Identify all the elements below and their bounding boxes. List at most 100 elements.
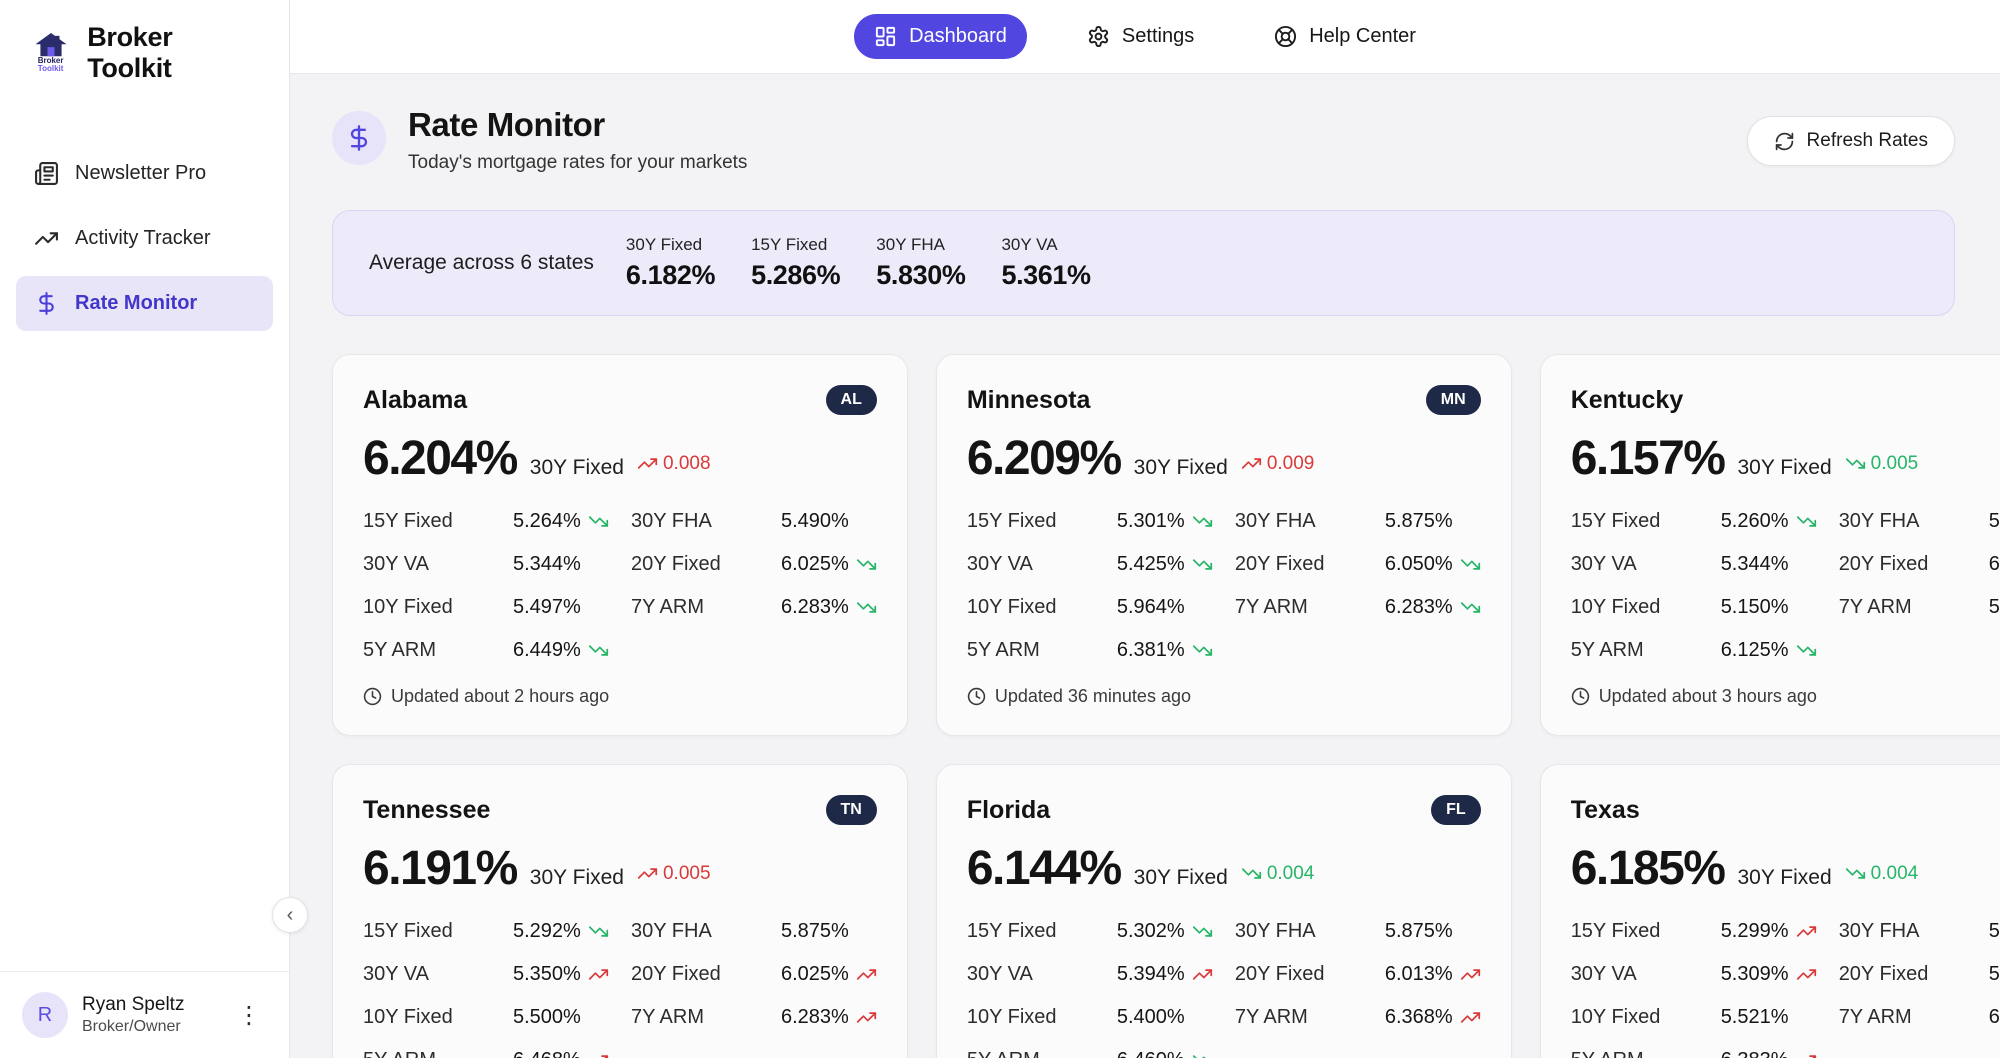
trending-up-icon xyxy=(1192,964,1213,985)
state-rate-card: Kentucky KY 6.157% 30Y Fixed 0.005 15Y F… xyxy=(1540,354,2000,736)
rate-value: 5.875% xyxy=(1385,920,1481,943)
state-abbr-badge: AL xyxy=(826,385,877,415)
sidebar-item-newsletter-pro[interactable]: Newsletter Pro xyxy=(16,146,273,201)
trending-down-icon xyxy=(1796,511,1817,532)
rate-value: 5.394% xyxy=(1117,963,1235,986)
rate-value: 5.490% xyxy=(781,510,877,533)
trending-up-icon xyxy=(1460,1007,1481,1028)
rate-value: 5.875% xyxy=(781,920,877,943)
rate-label: 5Y ARM xyxy=(1571,639,1721,662)
delta-value: 0.005 xyxy=(1871,453,1919,475)
state-abbr-badge: FL xyxy=(1431,795,1481,825)
sidebar-nav: Newsletter Pro Activity Tracker Rate Mon… xyxy=(0,146,289,331)
sidebar-item-rate-monitor[interactable]: Rate Monitor xyxy=(16,276,273,331)
rate-value: 5.990% xyxy=(1989,510,2000,533)
rate-value: 5.299% xyxy=(1721,920,1839,943)
rate-label: 7Y ARM xyxy=(631,596,781,619)
rate-value: 5.344% xyxy=(1721,553,1839,576)
sidebar-item-activity-tracker[interactable]: Activity Tracker xyxy=(16,211,273,266)
stat-label: 15Y Fixed xyxy=(751,235,840,255)
user-name: Ryan Speltz xyxy=(82,993,184,1017)
rate-value: 5.875% xyxy=(1385,510,1481,533)
state-rate-card: Alabama AL 6.204% 30Y Fixed 0.008 15Y Fi… xyxy=(332,354,908,736)
main-rate-label: 30Y Fixed xyxy=(530,456,624,480)
rate-label: 30Y VA xyxy=(363,963,513,986)
tab-settings[interactable]: Settings xyxy=(1067,14,1214,59)
sidebar-item-label: Rate Monitor xyxy=(75,292,197,315)
main-rate-label: 30Y Fixed xyxy=(1737,456,1831,480)
tab-label: Settings xyxy=(1122,25,1194,48)
main-rate-value: 6.209% xyxy=(967,431,1121,486)
content-column: Dashboard Settings Help Center xyxy=(290,0,2000,1058)
user-panel: R Ryan Speltz Broker/Owner ⋮ xyxy=(0,971,289,1058)
trending-up-icon xyxy=(34,226,59,251)
rate-label: 30Y VA xyxy=(1571,553,1721,576)
trending-down-icon xyxy=(588,640,609,661)
rate-label: 10Y Fixed xyxy=(967,596,1117,619)
tab-dashboard[interactable]: Dashboard xyxy=(854,14,1027,59)
rate-value: 6.449% xyxy=(513,639,631,662)
trending-down-icon xyxy=(856,597,877,618)
main-rate-delta: 0.004 xyxy=(1241,863,1315,885)
rates-grid: 15Y Fixed 5.264% 30Y FHA 5.490% 30Y VA 5… xyxy=(363,510,877,662)
stat-value: 5.830% xyxy=(876,260,965,291)
rate-value: 6.468% xyxy=(513,1049,631,1058)
rate-label: 20Y Fixed xyxy=(1235,963,1385,986)
main-rate-delta: 0.009 xyxy=(1241,453,1315,475)
rate-label: 30Y VA xyxy=(363,553,513,576)
rate-label: 7Y ARM xyxy=(1839,596,1989,619)
tab-help-center[interactable]: Help Center xyxy=(1254,14,1436,59)
rate-value: 5.260% xyxy=(1721,510,1839,533)
main-rate-delta: 0.005 xyxy=(1845,453,1919,475)
delta-value: 0.009 xyxy=(1267,453,1315,475)
refresh-rates-button[interactable]: Refresh Rates xyxy=(1747,116,1955,166)
rate-value: 5.344% xyxy=(513,553,631,576)
main-rate-label: 30Y Fixed xyxy=(1737,866,1831,890)
page-title: Rate Monitor xyxy=(408,106,747,144)
trending-up-icon xyxy=(588,1050,609,1058)
sidebar-collapse-button[interactable]: ‹ xyxy=(272,897,308,933)
stat-value: 5.286% xyxy=(751,260,840,291)
average-summary-bar: Average across 6 states 30Y Fixed 6.182%… xyxy=(332,210,1955,316)
main-rate-value: 6.191% xyxy=(363,841,517,896)
rate-label: 20Y Fixed xyxy=(1235,553,1385,576)
main-rate-value: 6.144% xyxy=(967,841,1121,896)
rate-value: 6.025% xyxy=(1989,553,2000,576)
trending-up-icon xyxy=(856,964,877,985)
rates-grid: 15Y Fixed 5.260% 30Y FHA 5.990% 30Y VA 5… xyxy=(1571,510,2000,662)
rate-label: 20Y Fixed xyxy=(1839,553,1989,576)
stat-label: 30Y Fixed xyxy=(626,235,715,255)
page-header: Rate Monitor Today's mortgage rates for … xyxy=(332,106,1955,174)
tab-label: Dashboard xyxy=(909,25,1007,48)
dollar-circle-icon xyxy=(332,111,386,165)
trending-up-icon xyxy=(1796,1050,1817,1058)
rate-label: 5Y ARM xyxy=(967,639,1117,662)
trending-down-icon xyxy=(856,554,877,575)
average-stat: 30Y Fixed 6.182% xyxy=(626,235,715,291)
delta-value: 0.008 xyxy=(663,453,711,475)
user-menu-kebab-icon[interactable]: ⋮ xyxy=(231,997,267,1034)
trending-down-icon xyxy=(1192,1050,1213,1058)
rate-label: 5Y ARM xyxy=(363,1049,513,1058)
state-name: Kentucky xyxy=(1571,386,1684,415)
refresh-icon xyxy=(1774,131,1795,152)
rate-label: 10Y Fixed xyxy=(363,1006,513,1029)
rate-label: 7Y ARM xyxy=(1235,596,1385,619)
state-rate-card: Tennessee TN 6.191% 30Y Fixed 0.005 15Y … xyxy=(332,764,908,1058)
trending-down-icon xyxy=(588,511,609,532)
rate-label: 20Y Fixed xyxy=(631,963,781,986)
dashboard-grid-icon xyxy=(874,25,897,48)
sidebar-item-label: Newsletter Pro xyxy=(75,162,206,185)
rate-value: 6.460% xyxy=(1117,1049,1235,1058)
rate-value: 5.302% xyxy=(1117,920,1235,943)
trending-down-icon xyxy=(1241,863,1262,884)
top-navigation: Dashboard Settings Help Center xyxy=(290,0,2000,74)
rate-value: 6.283% xyxy=(1385,596,1481,619)
rate-value: 5.497% xyxy=(513,596,631,619)
newspaper-icon xyxy=(34,161,59,186)
main-rate-delta: 0.008 xyxy=(637,453,711,475)
page-subtitle: Today's mortgage rates for your markets xyxy=(408,152,747,174)
main-rate-label: 30Y Fixed xyxy=(1134,866,1228,890)
main-rate-value: 6.185% xyxy=(1571,841,1725,896)
rate-label: 7Y ARM xyxy=(1235,1006,1385,1029)
